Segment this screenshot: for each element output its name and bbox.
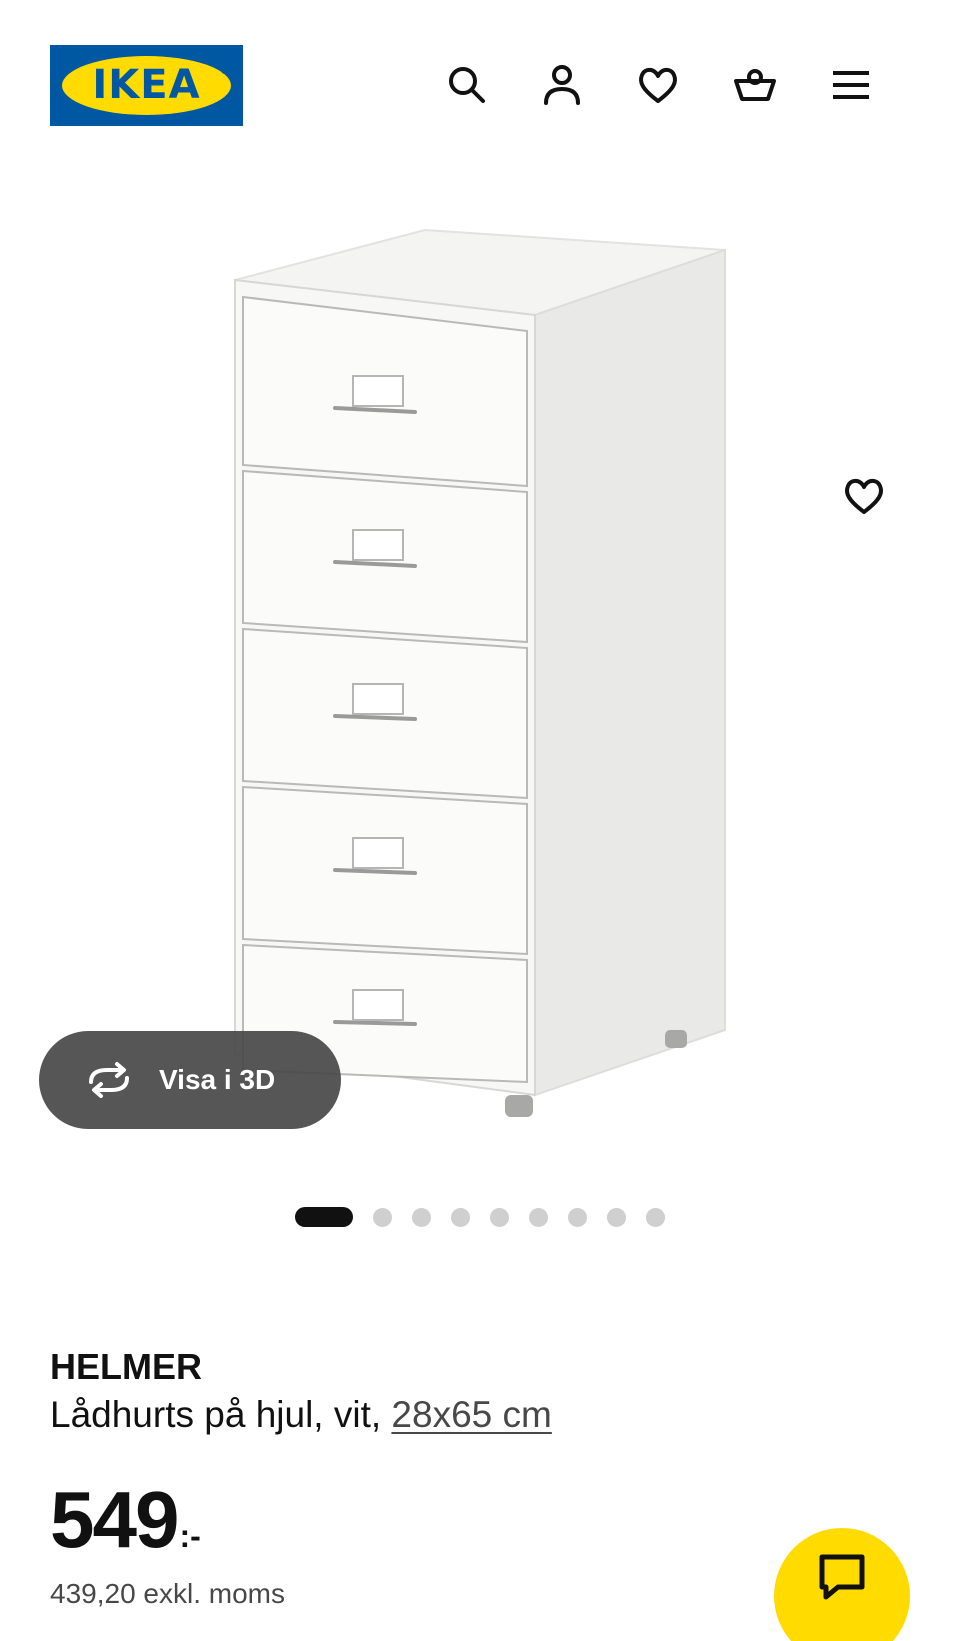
- account-icon[interactable]: [537, 60, 587, 110]
- gallery-dot[interactable]: [529, 1207, 548, 1227]
- product-image[interactable]: [225, 190, 745, 1150]
- gallery-dot[interactable]: [646, 1207, 665, 1227]
- gallery-dot[interactable]: [412, 1207, 431, 1227]
- product-info: HELMER Lådhurts på hjul, vit, 28x65 cm: [50, 1345, 910, 1439]
- logo-registered-mark: ®: [220, 67, 229, 77]
- gallery-dot[interactable]: [568, 1207, 587, 1227]
- price-suffix: :-: [179, 1518, 201, 1554]
- basket-icon[interactable]: [730, 60, 780, 110]
- chat-button[interactable]: [774, 1528, 910, 1641]
- product-name: HELMER: [50, 1346, 202, 1387]
- rotate-3d-icon: [89, 1062, 129, 1098]
- view-in-3d-label: Visa i 3D: [159, 1064, 276, 1095]
- heart-icon[interactable]: [633, 60, 683, 110]
- price-ex-vat: 439,20 exkl. moms: [50, 1578, 285, 1609]
- search-icon[interactable]: [442, 60, 492, 110]
- menu-icon[interactable]: [826, 60, 876, 110]
- product-description-text: Lådhurts på hjul, vit,: [50, 1394, 392, 1435]
- product-gallery[interactable]: [0, 190, 960, 1170]
- view-in-3d-button[interactable]: Visa i 3D: [39, 1031, 341, 1129]
- site-header: IKEA ®: [0, 0, 960, 140]
- gallery-dot[interactable]: [451, 1207, 470, 1227]
- gallery-dot[interactable]: [373, 1207, 392, 1227]
- heart-icon: [844, 478, 884, 514]
- logo-wordmark: IKEA: [92, 62, 201, 108]
- ikea-logo[interactable]: IKEA ®: [50, 45, 243, 126]
- gallery-dot-active[interactable]: [295, 1207, 353, 1227]
- product-dimensions-link[interactable]: 28x65 cm: [391, 1394, 551, 1435]
- add-to-favourites-button[interactable]: [838, 470, 890, 522]
- product-price: 549 :-: [50, 1480, 201, 1560]
- gallery-dot[interactable]: [607, 1207, 626, 1227]
- chat-icon: [819, 1554, 865, 1600]
- gallery-dot[interactable]: [490, 1207, 509, 1227]
- gallery-pagination: [295, 1207, 685, 1227]
- price-amount: 549: [50, 1475, 179, 1564]
- product-description: Lådhurts på hjul, vit, 28x65 cm: [50, 1391, 910, 1439]
